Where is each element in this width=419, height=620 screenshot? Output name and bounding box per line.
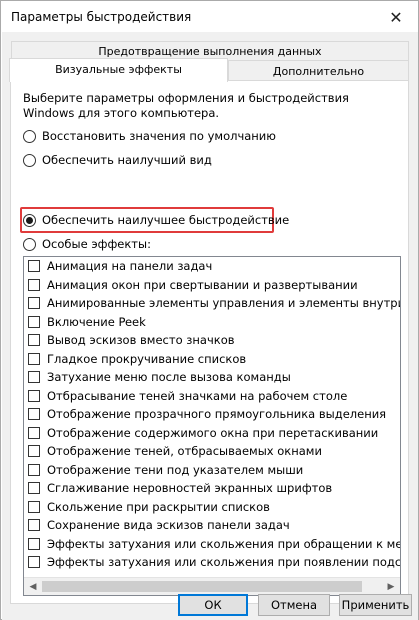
scroll-left-icon[interactable]: ◀ xyxy=(24,578,42,595)
effect-checkbox[interactable] xyxy=(28,278,40,291)
effect-list-item[interactable]: Отображение содержимого окна при перетас… xyxy=(24,424,400,443)
radio-button[interactable] xyxy=(23,237,36,251)
panel-description: Выберите параметры оформления и быстроде… xyxy=(23,91,349,120)
effect-label: Включение Peek xyxy=(47,314,146,329)
effect-list-item[interactable]: Вывод эскизов вместо значков xyxy=(24,331,400,350)
radio-button[interactable] xyxy=(23,129,36,143)
radio-button-selected[interactable] xyxy=(23,213,36,227)
close-icon[interactable]: ✕ xyxy=(374,2,418,32)
effect-label: Эффекты затухания или скольжения при поя… xyxy=(47,555,400,570)
effect-checkbox[interactable] xyxy=(28,334,40,347)
effect-list-item[interactable]: Затухание меню после вызова команды xyxy=(24,368,400,387)
effect-checkbox[interactable] xyxy=(28,315,40,328)
effect-list-item[interactable]: Сглаживание неровностей экранных шрифтов xyxy=(24,479,400,498)
effect-label: Анимация на панели задач xyxy=(47,259,213,274)
effect-checkbox[interactable] xyxy=(28,445,40,458)
effect-list-item[interactable]: Отображение прозрачного прямоугольника в… xyxy=(24,405,400,424)
radio-button[interactable] xyxy=(23,153,36,167)
radio-best-appearance[interactable]: Обеспечить наилучший вид xyxy=(23,150,212,170)
effect-checkbox[interactable] xyxy=(28,352,40,365)
radio-label: Обеспечить наилучший вид xyxy=(42,153,212,167)
effect-checkbox[interactable] xyxy=(28,482,40,495)
effect-checkbox[interactable] xyxy=(28,500,40,513)
apply-button[interactable]: Применить xyxy=(339,594,412,616)
ok-button[interactable]: ОК xyxy=(178,594,248,616)
radio-label: Восстановить значения по умолчанию xyxy=(42,129,276,143)
performance-options-dialog: Параметры быстродействия ✕ Предотвращени… xyxy=(0,0,419,620)
effect-checkbox[interactable] xyxy=(28,556,40,569)
radio-label: Обеспечить наилучшее быстродействие xyxy=(42,213,290,227)
effect-label: Сохранение вида эскизов панели задач xyxy=(47,518,290,533)
effect-label: Отображение прозрачного прямоугольника в… xyxy=(47,407,387,422)
visual-effects-panel: Выберите параметры оформления и быстроде… xyxy=(10,80,409,604)
radio-label: Особые эффекты: xyxy=(42,237,151,251)
effect-list-item[interactable]: Гладкое прокручивание списков xyxy=(24,350,400,369)
effect-label: Эффекты затухания или скольжения при обр… xyxy=(47,536,400,551)
effect-list-item[interactable]: Скольжение при раскрытии списков xyxy=(24,498,400,517)
effect-checkbox[interactable] xyxy=(28,537,40,550)
effects-list[interactable]: Анимация на панели задач Анимация окон пр… xyxy=(23,256,401,596)
tab-visual-effects[interactable]: Визуальные эффекты xyxy=(9,58,228,82)
effect-list-item[interactable]: Эффекты затухания или скольжения при обр… xyxy=(24,535,400,554)
scrollbar-thumb[interactable] xyxy=(42,581,362,592)
radio-restore-defaults[interactable]: Восстановить значения по умолчанию xyxy=(23,126,276,146)
effect-list-item[interactable]: Отображение теней, отбрасываемых окнами xyxy=(24,442,400,461)
effect-list-item[interactable]: Анимированные элементы управления и элем… xyxy=(24,294,400,313)
effect-label: Анимированные элементы управления и элем… xyxy=(47,296,400,311)
radio-custom-effects[interactable]: Особые эффекты: xyxy=(23,234,151,254)
effects-list-items: Анимация на панели задач Анимация окон пр… xyxy=(24,257,400,577)
effect-list-item[interactable]: Отображение тени под указателем мыши xyxy=(24,461,400,480)
effect-label: Скольжение при раскрытии списков xyxy=(47,499,270,514)
effect-list-item[interactable]: Анимация на панели задач xyxy=(24,257,400,276)
effect-checkbox[interactable] xyxy=(28,519,40,532)
effect-checkbox[interactable] xyxy=(28,426,40,439)
tab-advanced[interactable]: Дополнительно xyxy=(228,60,409,80)
effect-label: Отображение содержимого окна при перетас… xyxy=(47,425,379,440)
window-title: Параметры быстродействия xyxy=(11,10,192,24)
effect-label: Затухание меню после вызова команды xyxy=(47,370,291,385)
effect-label: Гладкое прокручивание списков xyxy=(47,351,247,366)
effect-label: Отображение теней, отбрасываемых окнами xyxy=(47,444,322,459)
effect-label: Вывод эскизов вместо значков xyxy=(47,333,235,348)
effect-label: Отбрасывание теней значками на рабочем с… xyxy=(47,388,348,403)
effect-checkbox[interactable] xyxy=(28,371,40,384)
effect-list-item[interactable]: Отбрасывание теней значками на рабочем с… xyxy=(24,387,400,406)
effect-label: Отображение тени под указателем мыши xyxy=(47,462,304,477)
radio-best-performance[interactable]: Обеспечить наилучшее быстродействие xyxy=(23,210,289,230)
effect-checkbox[interactable] xyxy=(28,408,40,421)
effect-checkbox[interactable] xyxy=(28,297,40,310)
horizontal-scrollbar[interactable]: ◀ ▶ xyxy=(24,577,400,595)
effect-checkbox[interactable] xyxy=(28,389,40,402)
effect-list-item[interactable]: Включение Peek xyxy=(24,313,400,332)
dialog-client-area: Предотвращение выполнения данных Визуаль… xyxy=(2,32,418,620)
cancel-button[interactable]: Отмена xyxy=(258,594,330,616)
title-bar[interactable]: Параметры быстродействия ✕ xyxy=(2,2,418,32)
effect-list-item[interactable]: Сохранение вида эскизов панели задач xyxy=(24,516,400,535)
effect-checkbox[interactable] xyxy=(28,463,40,476)
effect-list-item[interactable]: Анимация окон при свертывании и разверты… xyxy=(24,276,400,295)
effect-list-item[interactable]: Эффекты затухания или скольжения при поя… xyxy=(24,553,400,572)
effect-label: Сглаживание неровностей экранных шрифтов xyxy=(47,481,333,496)
effect-checkbox[interactable] xyxy=(28,260,40,273)
effect-label: Анимация окон при свертывании и разверты… xyxy=(47,277,358,292)
